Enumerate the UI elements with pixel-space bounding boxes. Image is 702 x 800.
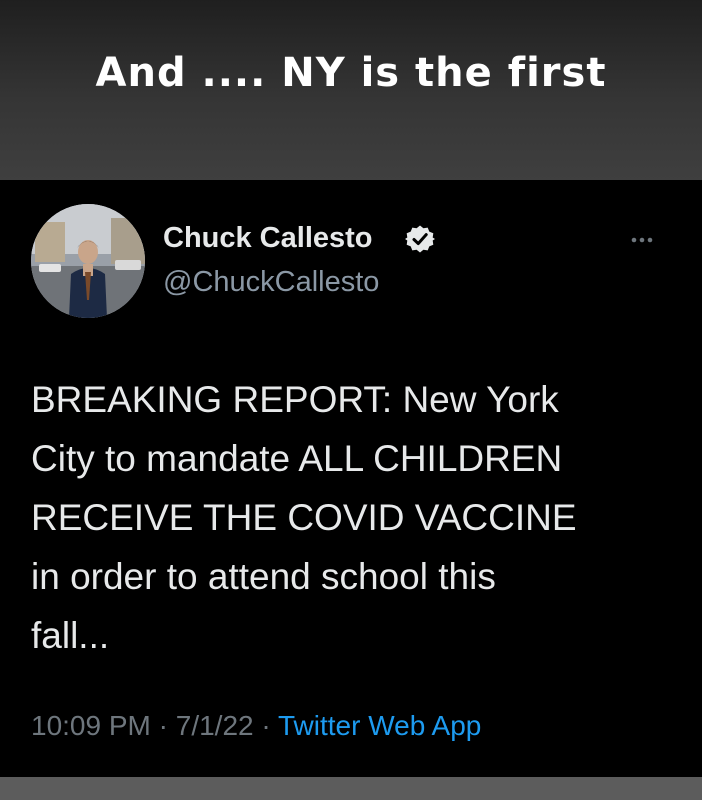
tweet-source-link[interactable]: Twitter Web App xyxy=(278,710,481,741)
caption-bar: And .... NY is the first xyxy=(0,0,702,180)
tweet-text-line: fall... xyxy=(31,615,110,656)
tweet-time[interactable]: 10:09 PM xyxy=(31,710,151,741)
author-avatar[interactable] xyxy=(31,204,145,318)
tweet-text-line: City to mandate ALL CHILDREN xyxy=(31,438,563,479)
screenshot-page: And .... NY is the first Chuck Callesto xyxy=(0,0,702,800)
verified-badge-icon xyxy=(405,225,435,253)
meta-separator: · xyxy=(253,710,278,741)
author-handle[interactable]: @ChuckCallesto xyxy=(163,266,379,299)
tweet-date[interactable]: 7/1/22 xyxy=(176,710,254,741)
profile-photo-icon xyxy=(31,204,145,318)
tweet-text-line: RECEIVE THE COVID VACCINE xyxy=(31,497,577,538)
tweet-card[interactable]: Chuck Callesto @ChuckCallesto BREAKING R… xyxy=(0,180,702,777)
author-name[interactable]: Chuck Callesto xyxy=(163,222,373,255)
more-options-icon[interactable] xyxy=(620,230,664,250)
caption-text: And .... NY is the first xyxy=(95,50,607,96)
tweet-metadata: 10:09 PM · 7/1/22 · Twitter Web App xyxy=(31,710,481,742)
tweet-text-line: in order to attend school this xyxy=(31,556,496,597)
tweet-text-line: BREAKING REPORT: New York xyxy=(31,379,559,420)
tweet-text: BREAKING REPORT: New York City to mandat… xyxy=(31,370,681,665)
bottom-divider xyxy=(0,777,702,800)
meta-separator: · xyxy=(150,710,176,741)
